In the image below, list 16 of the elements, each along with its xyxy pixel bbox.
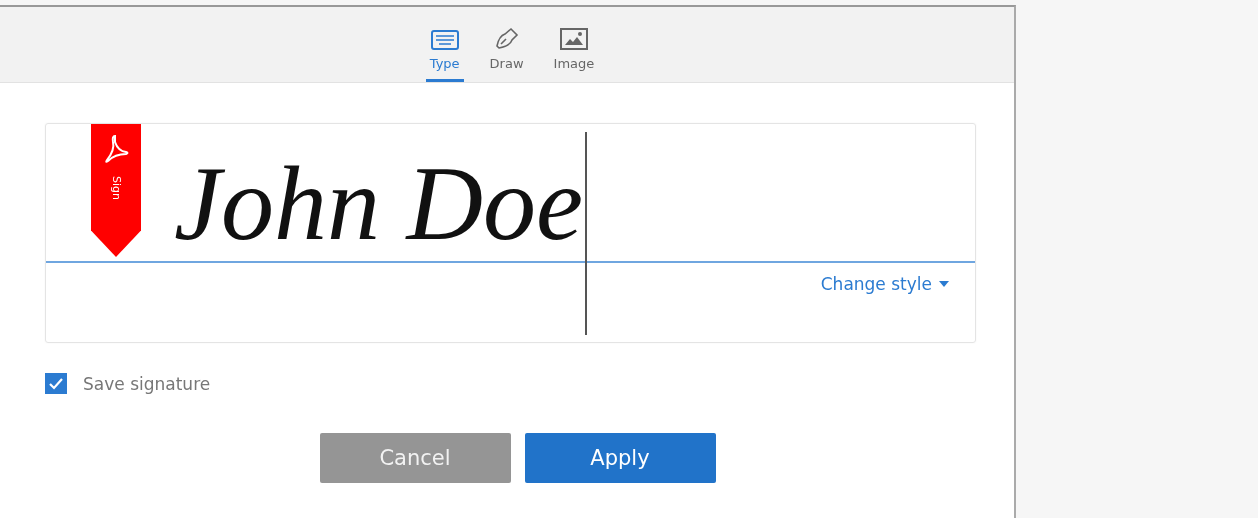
- checkbox[interactable]: [45, 373, 67, 394]
- keyboard-icon: [430, 30, 459, 50]
- change-style-link[interactable]: Change style: [820, 274, 949, 294]
- apply-button[interactable]: Apply: [524, 433, 716, 483]
- image-icon: [559, 28, 588, 50]
- signature-text: John Doe: [174, 146, 584, 263]
- checkbox-label: Save signature: [83, 373, 211, 394]
- tab[interactable]: Image: [549, 28, 599, 82]
- checkmark-icon: [49, 377, 63, 390]
- acrobat-logo-icon: [103, 134, 129, 164]
- tab[interactable]: Draw: [485, 26, 528, 82]
- badge-label: Sign: [109, 176, 123, 200]
- signature-field[interactable]: Sign John Doe Change style: [45, 123, 976, 343]
- caret-icon: [939, 281, 949, 287]
- cancel-button[interactable]: Cancel: [319, 433, 511, 483]
- tab[interactable]: Type: [425, 30, 464, 82]
